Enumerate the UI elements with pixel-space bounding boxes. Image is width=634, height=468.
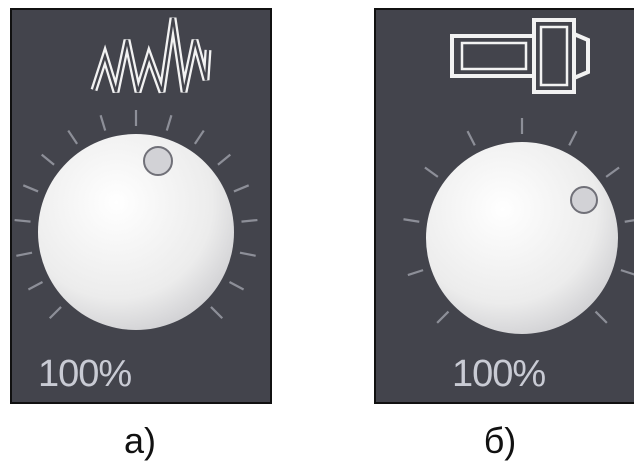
dial-tick (99, 114, 107, 131)
dial-tick (424, 166, 439, 178)
dial-tick (228, 280, 245, 291)
rotary-knob[interactable] (426, 142, 618, 334)
dial-tick (624, 219, 634, 223)
dial-tick (48, 306, 62, 320)
dial-tick (407, 269, 424, 277)
dial-tick (605, 166, 620, 178)
waveform-zigzag-icon (90, 17, 212, 94)
rotary-knob[interactable] (38, 134, 234, 330)
knob-value-label: 100% (452, 353, 546, 395)
dial-tick (233, 184, 250, 193)
dial-tick (217, 153, 232, 166)
panel-a-graphics (14, 17, 258, 330)
dial-tick (239, 251, 256, 257)
dial-tick (165, 114, 173, 131)
dial-tick (568, 130, 578, 146)
dial-tick (14, 218, 31, 223)
dial-tick (22, 184, 39, 193)
figure-caption-a: а) (123, 420, 156, 461)
dial-tick (594, 310, 608, 324)
dial-tick (67, 129, 79, 145)
knob-indicator-dot (143, 146, 173, 176)
panel-b-graphics (403, 18, 634, 334)
dial-tick (403, 218, 420, 223)
connector-plug-icon (450, 18, 590, 94)
dial-tick (620, 269, 634, 276)
dial-tick (27, 280, 44, 291)
knob-panel-b: 100% (374, 8, 634, 404)
dial-tick (466, 130, 476, 146)
dial-tick (16, 251, 33, 257)
dial-tick (210, 306, 224, 320)
knob-value-label: 100% (38, 353, 132, 395)
knob-panel-a: 100% (10, 8, 272, 404)
dial-tick (193, 129, 205, 145)
dial-tick (40, 153, 55, 166)
figure-caption-b: б) (483, 420, 517, 461)
dial-tick (436, 310, 450, 324)
knob-indicator-dot (570, 186, 598, 214)
dial-tick (241, 218, 258, 223)
